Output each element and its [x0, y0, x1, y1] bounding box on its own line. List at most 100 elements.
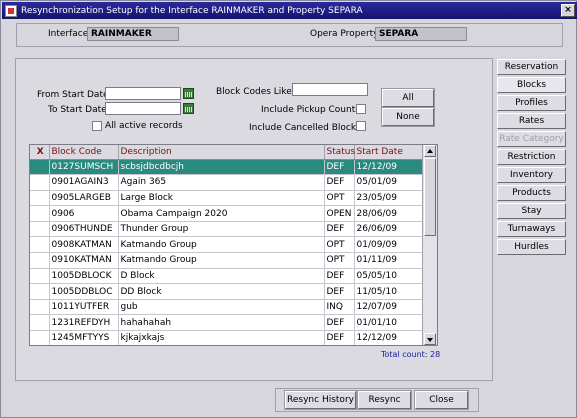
scroll-down-arrow-icon[interactable]: [424, 333, 436, 345]
table-row[interactable]: 0901AGAIN3 Again 365 DEF 05/01/09: [30, 174, 423, 191]
row-x-cell: [30, 159, 50, 176]
title-bar: Resynchronization Setup for the Interfac…: [2, 2, 577, 19]
row-status: DEF: [324, 268, 355, 285]
row-status: OPT: [324, 190, 355, 207]
table-row[interactable]: 1011YUTFER gub INQ 12/07/09: [30, 299, 423, 316]
table-row[interactable]: 0908KATMAN Katmando Group OPT 01/09/09: [30, 236, 423, 254]
row-status: OPEN: [324, 205, 355, 222]
row-x-cell: [30, 283, 50, 300]
from-start-date-label: From Start Date: [37, 90, 109, 100]
tab-products[interactable]: Products: [497, 185, 566, 201]
row-start-date: 12/07/09: [354, 299, 423, 316]
from-date-calendar-icon[interactable]: [183, 88, 194, 99]
row-block-code: 1005DBLOCK: [49, 268, 119, 285]
tab-restriction[interactable]: Restriction: [497, 149, 566, 165]
from-start-date-input[interactable]: [105, 87, 181, 100]
resync-setup-window: Resynchronization Setup for the Interfac…: [0, 0, 577, 418]
table-row[interactable]: 1245MFTYYS kjkajxkajs DEF 12/12/09: [30, 330, 423, 345]
row-status: OPT: [324, 252, 355, 269]
row-description: Katmando Group: [118, 252, 325, 269]
row-status: DEF: [324, 314, 355, 332]
property-label: Opera Property: [310, 29, 379, 39]
tab-hurdles[interactable]: Hurdles: [497, 239, 566, 255]
row-description: kjkajxkajs: [118, 330, 325, 345]
row-start-date: 12/12/09: [354, 330, 423, 345]
column-header-x[interactable]: X: [30, 145, 50, 160]
all-active-records-label: All active records: [105, 121, 183, 131]
window-close-button[interactable]: ×: [561, 4, 575, 17]
to-start-date-label: To Start Date: [48, 105, 107, 115]
row-description: scbsjdbcdbcjh: [118, 159, 325, 176]
to-start-date-input[interactable]: [105, 102, 181, 115]
table-row[interactable]: 0910KATMAN Katmando Group OPT 01/11/09: [30, 252, 423, 269]
all-button[interactable]: All: [381, 88, 435, 108]
close-button[interactable]: Close: [414, 390, 469, 410]
row-description: Katmando Group: [118, 236, 325, 254]
row-block-code: 1245MFTYYS: [49, 330, 119, 345]
blocks-table: X Block Code Description Status Start Da…: [30, 145, 423, 345]
interface-label: Interface: [48, 29, 89, 39]
resync-button[interactable]: Resync: [357, 390, 412, 410]
row-x-cell: [30, 314, 50, 332]
row-x-cell: [30, 190, 50, 207]
include-pickup-counts-checkbox[interactable]: [356, 104, 366, 114]
tab-rates[interactable]: Rates: [497, 113, 566, 129]
tab-rate-category: Rate Category: [497, 131, 566, 147]
window-title: Resynchronization Setup for the Interfac…: [21, 5, 363, 16]
column-header-status[interactable]: Status: [324, 145, 355, 160]
row-block-code: 1231REFDYH: [49, 314, 119, 332]
tab-turnaways[interactable]: Turnaways: [497, 221, 566, 237]
table-row[interactable]: 0905LARGEB Large Block OPT 23/05/09: [30, 190, 423, 207]
tab-profiles[interactable]: Profiles: [497, 95, 566, 111]
row-description: DD Block: [118, 283, 325, 300]
row-start-date: 05/01/09: [354, 174, 423, 191]
interface-property-bar: Interface RAINMAKER Opera Property SEPAR…: [16, 23, 563, 47]
table-header-row: X Block Code Description Status Start Da…: [30, 145, 423, 160]
row-start-date: 11/05/10: [354, 283, 423, 300]
row-block-code: 1011YUTFER: [49, 299, 119, 316]
column-header-description[interactable]: Description: [118, 145, 325, 160]
row-block-code: 0127SUMSCH: [49, 159, 119, 176]
to-date-calendar-icon[interactable]: [183, 103, 194, 114]
resync-history-button[interactable]: Resync History: [284, 390, 357, 410]
row-start-date: 26/06/09: [354, 221, 423, 238]
scroll-up-arrow-icon[interactable]: [424, 145, 436, 157]
row-block-code: 1005DDBLOC: [49, 283, 119, 300]
block-codes-like-label: Block Codes Like: [216, 87, 292, 97]
tab-stay[interactable]: Stay: [497, 203, 566, 219]
include-cancelled-blocks-checkbox[interactable]: [356, 121, 366, 131]
row-status: OPT: [324, 236, 355, 254]
row-description: Large Block: [118, 190, 325, 207]
block-codes-like-input[interactable]: [292, 83, 368, 96]
tab-reservation[interactable]: Reservation: [497, 59, 566, 75]
row-status: DEF: [324, 174, 355, 191]
row-start-date: 28/06/09: [354, 205, 423, 222]
row-block-code: 0906: [49, 205, 119, 222]
table-row[interactable]: 1005DBLOCK D Block DEF 05/05/10: [30, 268, 423, 285]
grid-vertical-scrollbar[interactable]: [422, 145, 437, 345]
row-x-cell: [30, 236, 50, 254]
row-description: D Block: [118, 268, 325, 285]
table-row[interactable]: 0127SUMSCH scbsjdbcdbcjh DEF 12/12/09: [30, 159, 423, 176]
table-row[interactable]: 1005DDBLOC DD Block DEF 11/05/10: [30, 283, 423, 300]
table-row[interactable]: 0906THUNDE Thunder Group DEF 26/06/09: [30, 221, 423, 238]
column-header-block-code[interactable]: Block Code: [49, 145, 119, 160]
all-active-records-checkbox[interactable]: [92, 121, 102, 131]
row-block-code: 0910KATMAN: [49, 252, 119, 269]
row-status: DEF: [324, 330, 355, 345]
row-block-code: 0905LARGEB: [49, 190, 119, 207]
tab-blocks[interactable]: Blocks: [497, 77, 566, 93]
table-row[interactable]: 1231REFDYH hahahahah DEF 01/01/10: [30, 314, 423, 332]
column-header-start-date[interactable]: Start Date: [354, 145, 423, 160]
row-description: Thunder Group: [118, 221, 325, 238]
include-pickup-counts-label: Include Pickup Counts: [261, 105, 360, 115]
row-start-date: 01/01/10: [354, 314, 423, 332]
row-x-cell: [30, 330, 50, 345]
table-row[interactable]: 0906 Obama Campaign 2020 OPEN 28/06/09: [30, 205, 423, 222]
row-x-cell: [30, 268, 50, 285]
interface-value: RAINMAKER: [87, 27, 179, 41]
tab-inventory[interactable]: Inventory: [497, 167, 566, 183]
scroll-thumb[interactable]: [424, 158, 436, 236]
row-description: hahahahah: [118, 314, 325, 332]
none-button[interactable]: None: [381, 107, 435, 127]
